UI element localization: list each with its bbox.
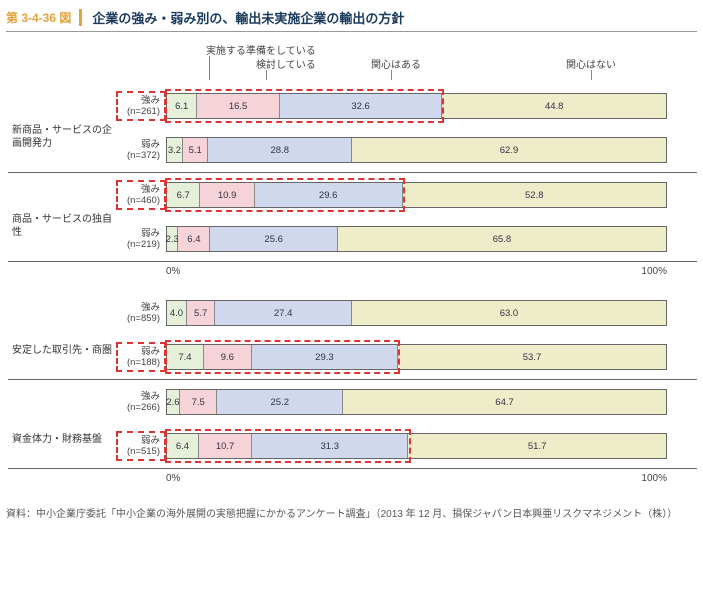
stacked-bar: 3.25.128.862.9	[166, 137, 667, 163]
bar-segment: 2.3	[167, 227, 178, 251]
sub-label: 強み(n=460)	[118, 184, 166, 207]
bar-segment: 10.7	[199, 434, 252, 458]
bar-segment: 5.7	[187, 301, 215, 325]
stacked-bar: 6.710.929.652.8	[166, 182, 667, 208]
chart-row: 安定した取引先・商圏強み(n=859)4.05.727.463.0	[8, 291, 697, 335]
bar-segment: 62.9	[352, 138, 666, 162]
bar-segment: 16.5	[197, 94, 279, 118]
stacked-bar: 7.49.629.353.7	[166, 344, 667, 370]
chart-row: 弱み(n=515)6.410.731.351.7	[8, 424, 697, 468]
axis-tick: 100%	[641, 473, 667, 484]
bar-segment: 25.6	[210, 227, 338, 251]
figure-number: 第 3-4-36 図	[6, 9, 82, 26]
bar-segment: 6.4	[167, 434, 199, 458]
bar-segment: 9.6	[204, 345, 252, 369]
bar-segment: 51.7	[408, 434, 666, 458]
x-axis: 0% 100%	[166, 262, 667, 291]
bar-segment: 6.7	[167, 183, 200, 207]
stacked-bar: 6.116.532.644.8	[166, 93, 667, 119]
figure-header: 第 3-4-36 図 企業の強み・弱み別の、輸出未実施企業の輸出の方針	[6, 8, 697, 32]
stacked-bar: 2.36.425.665.8	[166, 226, 667, 252]
bar-segment: 31.3	[252, 434, 408, 458]
legend-seg3: 関心はない	[566, 56, 616, 71]
bar-segment: 63.0	[352, 301, 666, 325]
sub-label: 弱み(n=219)	[118, 228, 166, 251]
category-label: 商品・サービスの独自性	[8, 213, 118, 239]
chart-group: 資金体力・財務基盤強み(n=266)2.67.525.264.7弱み(n=515…	[8, 380, 697, 469]
legend-seg2: 関心はある	[371, 56, 421, 71]
bar-segment: 65.8	[338, 227, 666, 251]
legend-seg0: 実施する準備をしている	[206, 42, 316, 57]
stacked-bar: 4.05.727.463.0	[166, 300, 667, 326]
chart-row: 商品・サービスの独自性強み(n=460)6.710.929.652.8	[8, 173, 697, 217]
chart-row: 資金体力・財務基盤強み(n=266)2.67.525.264.7	[8, 380, 697, 424]
legend: 実施する準備をしている 検討している 関心はある 関心はない	[196, 42, 697, 82]
stacked-bar: 2.67.525.264.7	[166, 389, 667, 415]
axis-tick: 0%	[166, 266, 180, 277]
bar-segment: 7.5	[180, 390, 217, 414]
bar-segment: 64.7	[343, 390, 666, 414]
x-axis: 0% 100%	[166, 469, 667, 498]
bar-segment: 28.8	[208, 138, 352, 162]
axis-tick: 100%	[641, 266, 667, 277]
source-note: 資料：中小企業庁委託「中小企業の海外展開の実態把握にかかるアンケート調査」（20…	[6, 508, 697, 522]
bar-segment: 27.4	[215, 301, 352, 325]
bar-segment: 52.8	[403, 183, 666, 207]
bar-segment: 6.1	[167, 94, 197, 118]
bar-segment: 4.0	[167, 301, 187, 325]
chart: 実施する準備をしている 検討している 関心はある 関心はない 新商品・サービスの…	[6, 42, 697, 498]
sub-label: 弱み(n=515)	[118, 435, 166, 458]
sub-label: 強み(n=261)	[118, 95, 166, 118]
bar-segment: 10.9	[200, 183, 254, 207]
bar-segment: 53.7	[398, 345, 666, 369]
category-label: 安定した取引先・商圏	[8, 344, 118, 357]
legend-seg1: 検討している	[256, 56, 316, 71]
bar-segment: 32.6	[280, 94, 443, 118]
figure-title: 企業の強み・弱み別の、輸出未実施企業の輸出の方針	[92, 8, 404, 27]
sub-label: 弱み(n=188)	[118, 346, 166, 369]
chart-group: 安定した取引先・商圏強み(n=859)4.05.727.463.0弱み(n=18…	[8, 291, 697, 380]
chart-row: 弱み(n=188)7.49.629.353.7	[8, 335, 697, 379]
chart-group: 商品・サービスの独自性強み(n=460)6.710.929.652.8弱み(n=…	[8, 173, 697, 262]
bar-segment: 29.3	[252, 345, 398, 369]
category-label: 資金体力・財務基盤	[8, 433, 118, 446]
bar-segment: 7.4	[167, 345, 204, 369]
sub-label: 強み(n=266)	[118, 391, 166, 414]
bar-segment: 44.8	[442, 94, 666, 118]
sub-label: 強み(n=859)	[118, 302, 166, 325]
bar-segment: 3.2	[167, 138, 183, 162]
sub-label: 弱み(n=372)	[118, 139, 166, 162]
bar-segment: 25.2	[217, 390, 343, 414]
category-label: 新商品・サービスの企画開発力	[8, 124, 118, 150]
chart-row: 新商品・サービスの企画開発力強み(n=261)6.116.532.644.8	[8, 84, 697, 128]
bar-segment: 2.6	[167, 390, 180, 414]
bar-segment: 6.4	[178, 227, 210, 251]
axis-tick: 0%	[166, 473, 180, 484]
stacked-bar: 6.410.731.351.7	[166, 433, 667, 459]
bar-segment: 29.6	[255, 183, 403, 207]
bar-segment: 5.1	[183, 138, 208, 162]
chart-group: 新商品・サービスの企画開発力強み(n=261)6.116.532.644.8弱み…	[8, 84, 697, 173]
